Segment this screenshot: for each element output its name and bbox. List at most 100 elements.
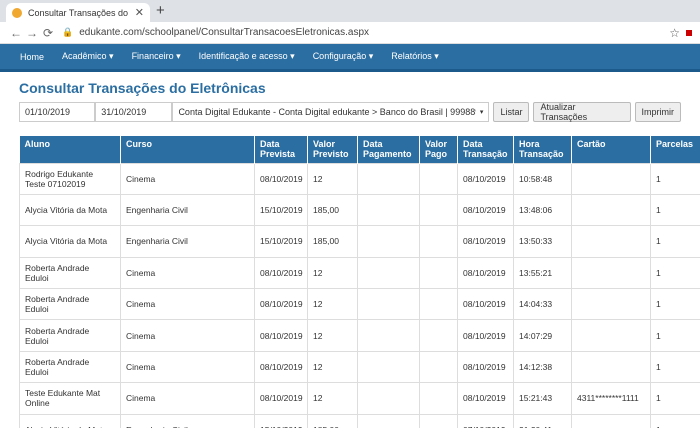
menu-item[interactable]: Acadêmico ▾ (62, 51, 114, 62)
table-cell: 08/10/2019 (457, 225, 514, 258)
page-title: Consultar Transações do Eletrônicas (19, 80, 266, 96)
table-cell: 15/10/2019 (254, 413, 308, 428)
forward-icon[interactable]: → (24, 26, 40, 40)
table-cell: 1 (650, 256, 700, 290)
table-row[interactable]: Teste Edukante Mat Online Cinema 08/10/201… (19, 382, 700, 415)
table-cell: Cinema (120, 382, 255, 415)
table-cell: 12 (307, 256, 358, 290)
table-row[interactable]: Roberta Andrade Eduloi Cinema 08/10/2019 12… (19, 350, 700, 384)
reload-icon[interactable]: ⟳ (40, 26, 56, 40)
back-icon[interactable]: ← (8, 26, 24, 40)
table-cell (419, 350, 458, 384)
end-date-input[interactable]: 31/10/2019 (95, 102, 173, 122)
table-cell: Roberta Andrade Eduloi (19, 350, 121, 384)
table-cell: 13:55:21 (513, 256, 572, 290)
column-header[interactable]: Curso (120, 136, 255, 163)
extension-icon[interactable] (686, 29, 692, 36)
table-cell: 12 (307, 162, 358, 195)
table-cell: 15:21:43 (513, 382, 572, 415)
table-cell: Alycia Vitória da Mota (19, 225, 121, 258)
table-cell: Cinema (120, 256, 255, 290)
table-cell: 08/10/2019 (254, 256, 308, 290)
table-cell: Alycia Vitória da Mota (19, 413, 121, 428)
menu-item[interactable]: Identificação e acesso ▾ (199, 51, 295, 62)
table-cell: 4311********1111 (571, 382, 651, 415)
column-header[interactable]: Valor Pago (419, 136, 458, 163)
table-cell (357, 350, 420, 384)
table-cell (571, 413, 651, 428)
column-header[interactable]: Valor Previsto (307, 136, 358, 163)
table-row[interactable]: Roberta Andrade Eduloi Cinema 08/10/2019 12… (19, 256, 700, 290)
table-cell: Engenharia Civil (120, 413, 255, 428)
table-cell: 08/10/2019 (457, 288, 514, 321)
table-cell (571, 288, 651, 321)
table-cell: 08/10/2019 (457, 382, 514, 415)
table-cell: 185,00 (307, 413, 358, 428)
table-cell (357, 193, 420, 227)
table-row[interactable]: Roberta Andrade Eduloi Cinema 08/10/2019 12… (19, 288, 700, 321)
column-header[interactable]: Data Transação (457, 136, 514, 163)
table-cell: 08/10/2019 (254, 382, 308, 415)
table-cell (571, 225, 651, 258)
update-transactions-button[interactable]: Atualizar Transações (533, 102, 631, 122)
table-cell: 1 (650, 413, 700, 428)
transactions-table: Aluno Curso Data Prevista Valor Previsto Dat… (19, 136, 700, 428)
table-cell: 14:04:33 (513, 288, 572, 321)
table-row[interactable]: Alycia Vitória da MotaEngenharia Civil15… (19, 225, 700, 258)
start-date-input[interactable]: 01/10/2019 (19, 102, 96, 122)
menu-item[interactable]: Configuração ▾ (313, 51, 374, 62)
menu-item[interactable]: Home (20, 52, 44, 62)
account-select[interactable]: Conta Digital Edukante - Conta Digital e… (172, 102, 490, 122)
table-cell: 185,00 (307, 193, 358, 227)
url-field[interactable]: edukante.com/schoolpanel/ConsultarTransa… (79, 27, 669, 38)
table-cell: 21:20:41 (513, 413, 572, 428)
table-cell: 08/10/2019 (254, 350, 308, 384)
table-cell: 08/10/2019 (254, 319, 308, 352)
close-tab-icon[interactable]: ✕ (135, 6, 144, 19)
column-header[interactable]: Parcelas (650, 136, 700, 163)
print-button[interactable]: Imprimir (634, 102, 681, 122)
table-cell: 08/10/2019 (254, 288, 308, 321)
site-favicon-icon (12, 7, 22, 18)
table-cell (357, 319, 420, 352)
column-header[interactable]: Hora Transação (513, 136, 572, 163)
table-header-row: Aluno Curso Data Prevista Valor Previsto Dat… (19, 136, 700, 163)
column-header[interactable]: Data Prevista (254, 136, 308, 163)
new-tab-icon[interactable]: + (156, 2, 165, 19)
table-cell (571, 350, 651, 384)
main-menu: Home Acadêmico ▾ Financeiro ▾ Identificação… (0, 44, 700, 72)
table-cell: 08/10/2019 (254, 162, 308, 195)
table-cell: Roberta Andrade Eduloi (19, 319, 121, 352)
table-cell: Roberta Andrade Eduloi (19, 256, 121, 290)
table-cell: 13:50:33 (513, 225, 572, 258)
table-cell: 14:07:29 (513, 319, 572, 352)
table-cell: Cinema (120, 288, 255, 321)
browser-tab[interactable]: Consultar Transações do Eletrônicas ✕ (6, 3, 150, 22)
table-cell: 1 (650, 382, 700, 415)
table-row[interactable]: Alycia Vitória da MotaEngenharia Civil15… (19, 193, 700, 227)
table-cell (419, 288, 458, 321)
table-cell: 1 (650, 319, 700, 352)
table-cell (419, 413, 458, 428)
menu-item[interactable]: Financeiro ▾ (132, 51, 181, 62)
address-bar: ← → ⟳ 🔒 edukante.com/schoolpanel/Consult… (0, 22, 700, 44)
column-header[interactable]: Cartão (571, 136, 651, 163)
tab-title: Consultar Transações do Eletrônicas (28, 7, 131, 18)
menu-item[interactable]: Relatórios ▾ (391, 51, 439, 62)
table-cell: 08/10/2019 (457, 162, 514, 195)
column-header[interactable]: Aluno (19, 136, 121, 163)
table-row[interactable]: Alycia Vitória da MotaEngenharia Civil15… (19, 413, 700, 428)
table-cell: Rodrigo Edukante Teste 07102019 (19, 162, 121, 195)
list-button[interactable]: Listar (493, 102, 530, 122)
table-cell (419, 162, 458, 195)
table-cell (357, 225, 420, 258)
table-cell: 13:48:06 (513, 193, 572, 227)
table-row[interactable]: Rodrigo Edukante Teste 07102019 Cinema 08/… (19, 162, 700, 195)
table-cell (357, 413, 420, 428)
bookmark-star-icon[interactable]: ☆ (669, 26, 680, 40)
table-cell (357, 256, 420, 290)
table-row[interactable]: Roberta Andrade Eduloi Cinema 08/10/2019 12… (19, 319, 700, 352)
column-header[interactable]: Data Pagamento (357, 136, 420, 163)
table-cell: Engenharia Civil (120, 225, 255, 258)
lock-icon[interactable]: 🔒 (62, 27, 73, 38)
